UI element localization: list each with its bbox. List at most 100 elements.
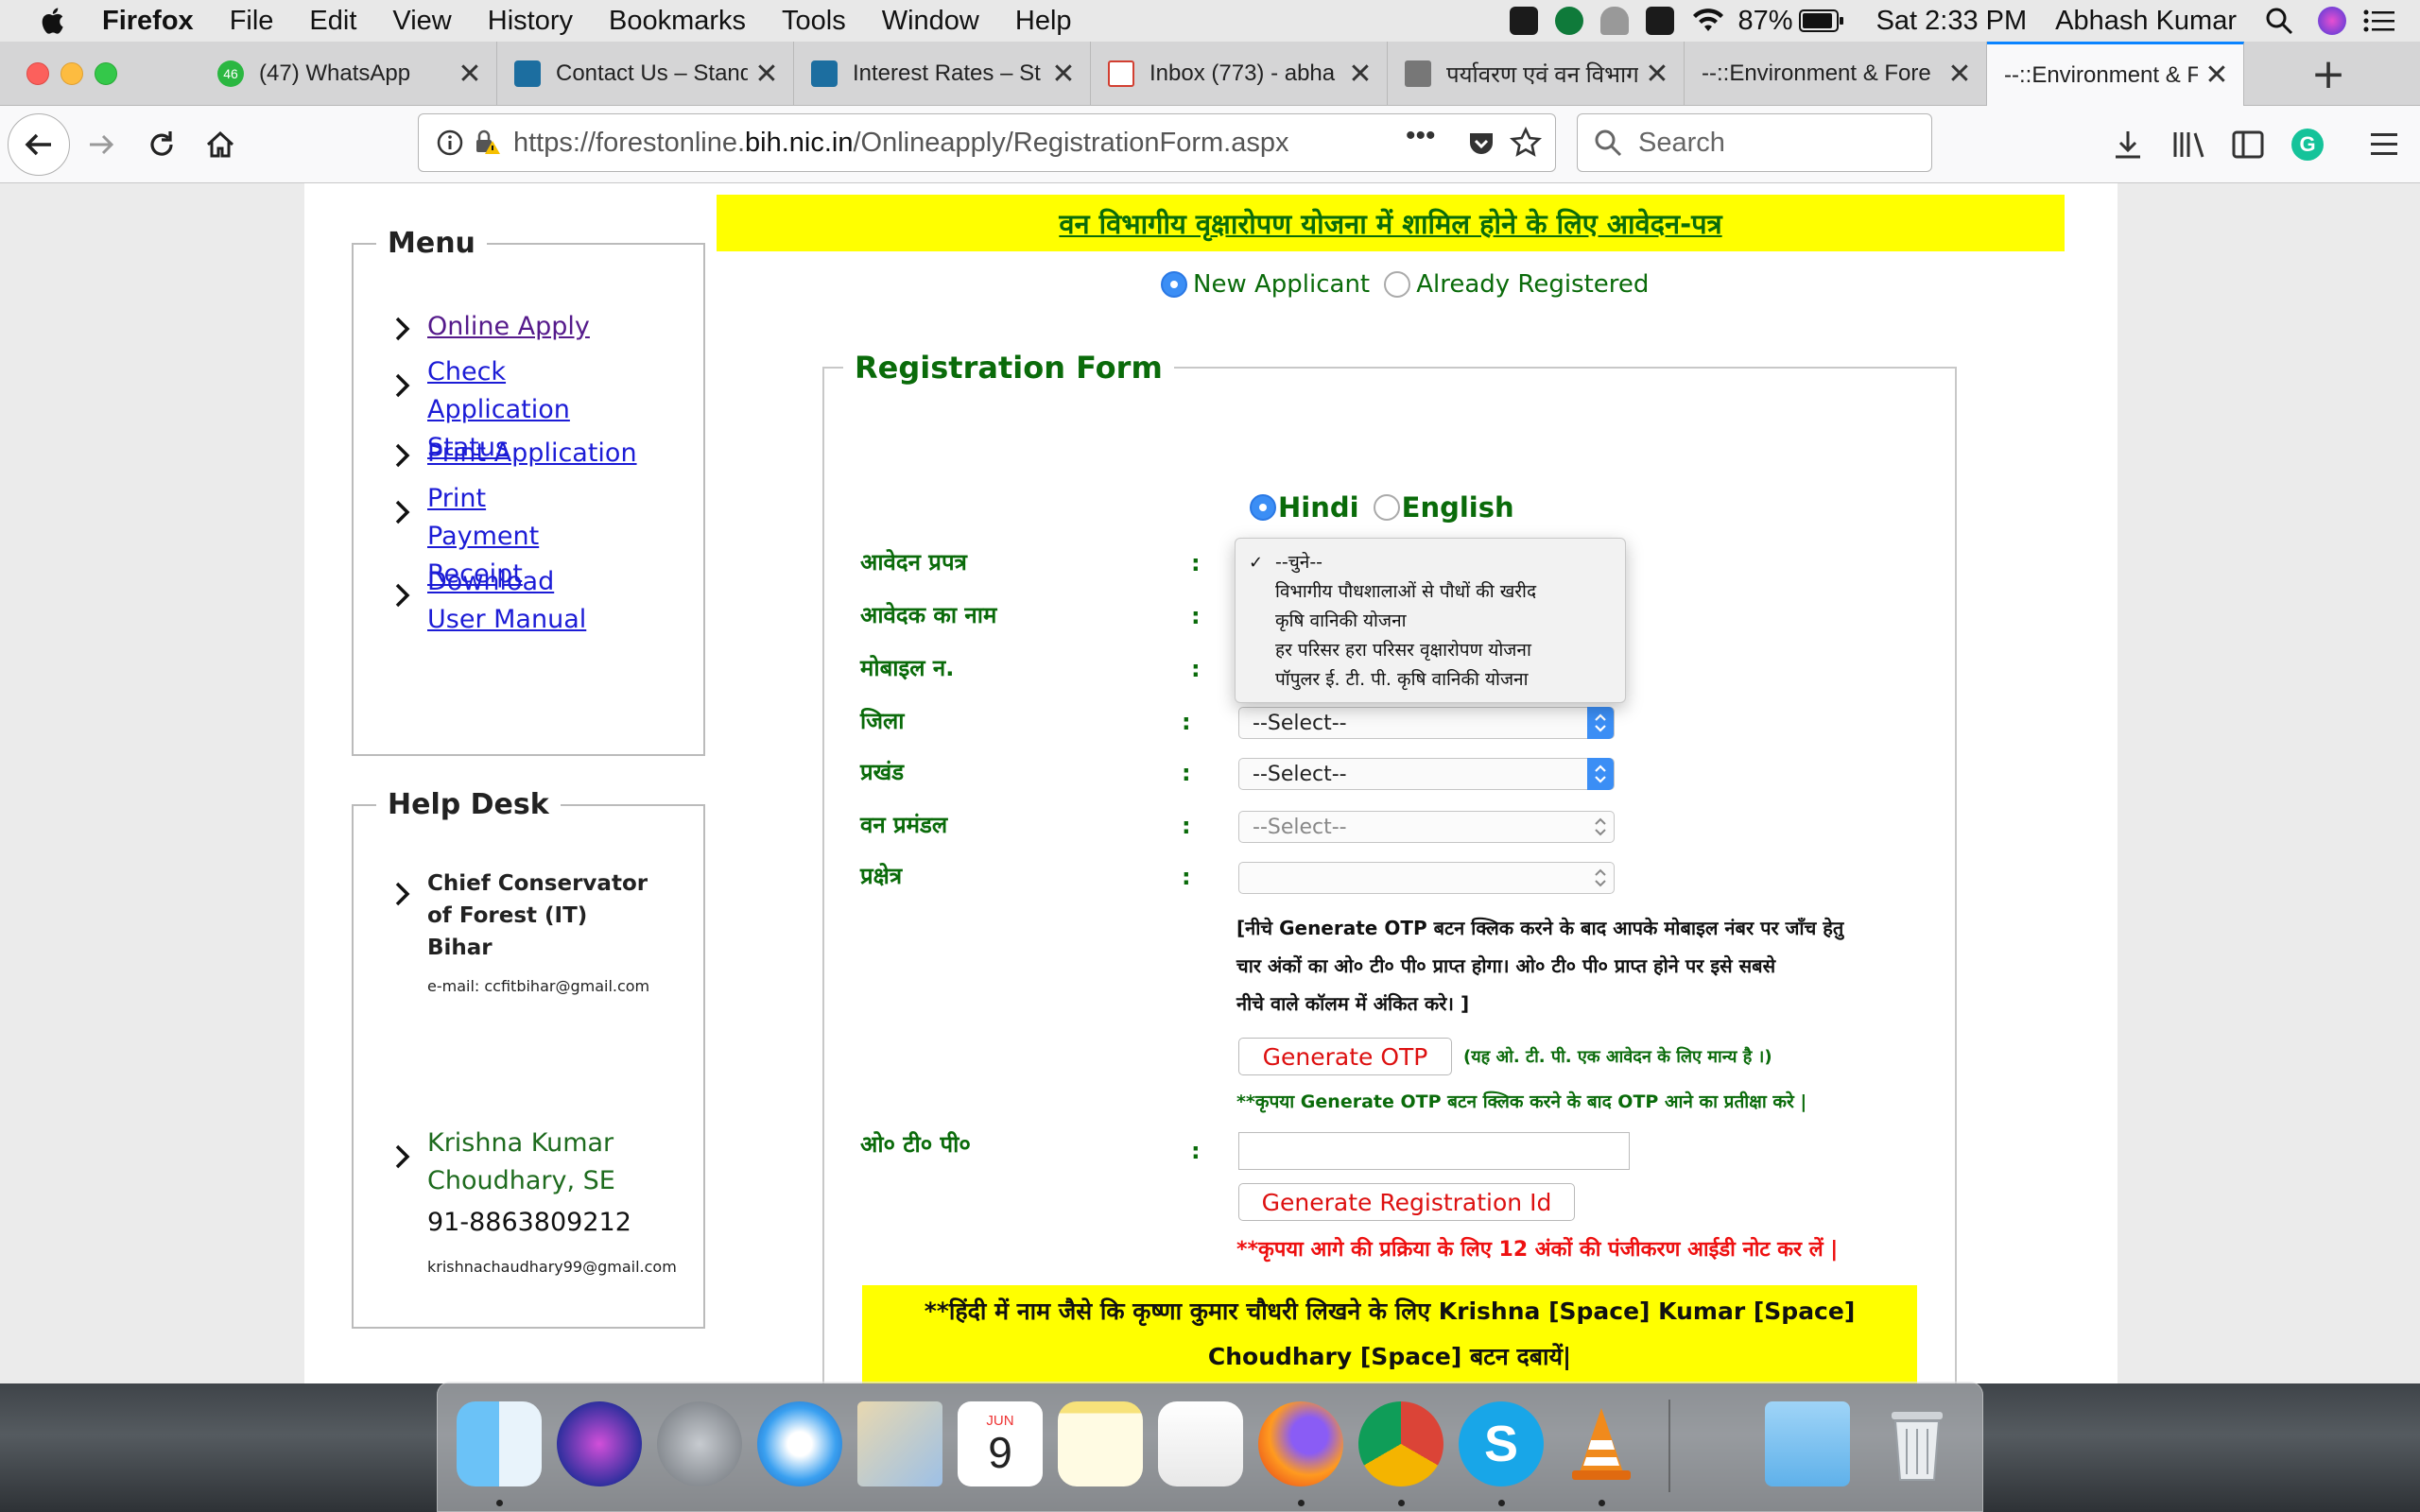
tab-environment-hindi[interactable]: पर्यावरण एवं वन विभाग ✕ xyxy=(1388,42,1685,106)
navigation-toolbar: https://forestonline.bih.nic.in/Onlineap… xyxy=(0,106,2420,183)
downloads-icon[interactable] xyxy=(2112,129,2144,161)
tab-close-icon[interactable]: ✕ xyxy=(748,58,786,91)
menu-item-online-apply[interactable]: Online Apply xyxy=(386,308,641,346)
menu-item-download-manual[interactable]: Download User Manual xyxy=(386,563,613,639)
insecure-lock-icon[interactable] xyxy=(472,128,502,158)
radio-english[interactable] xyxy=(1373,494,1400,521)
range-select[interactable] xyxy=(1238,862,1615,894)
forest-division-select[interactable]: --Select-- xyxy=(1238,811,1615,843)
mail-icon[interactable] xyxy=(857,1401,942,1486)
chevron-right-icon xyxy=(395,443,410,468)
url-text[interactable]: https://forestonline.bih.nic.in/Onlineap… xyxy=(513,128,1288,159)
tab-contact-us[interactable]: Contact Us – Stand ✕ xyxy=(497,42,794,106)
whatsapp-badge: 46 xyxy=(223,66,238,81)
window-minimize-button[interactable] xyxy=(60,62,83,85)
battery-icon[interactable] xyxy=(1798,9,1844,33)
chrome-icon[interactable] xyxy=(1358,1401,1443,1486)
menu-file[interactable]: File xyxy=(230,6,274,37)
url-bar[interactable]: https://forestonline.bih.nic.in/Onlineap… xyxy=(418,113,1556,172)
search-box[interactable]: Search xyxy=(1577,113,1932,172)
tab-environment-forest-active[interactable]: --::Environment & Fore ✕ xyxy=(1987,42,2244,106)
siri-icon[interactable] xyxy=(2318,7,2346,35)
home-button[interactable] xyxy=(199,123,242,166)
skype-icon[interactable]: S xyxy=(1459,1401,1544,1486)
back-button[interactable] xyxy=(8,113,70,176)
spotlight-search-icon[interactable] xyxy=(2265,7,2293,35)
vpn-status-icon[interactable] xyxy=(1599,7,1629,35)
generate-otp-button[interactable]: Generate OTP xyxy=(1238,1038,1452,1075)
downloads-folder-icon[interactable] xyxy=(1765,1401,1850,1486)
menu-help[interactable]: Help xyxy=(1015,6,1072,37)
reload-icon xyxy=(150,131,173,156)
window-close-button[interactable] xyxy=(26,62,49,85)
tab-close-icon[interactable]: ✕ xyxy=(1638,58,1676,91)
info-icon[interactable] xyxy=(436,129,464,157)
dropdown-option-select[interactable]: ✓ --चुने-- xyxy=(1236,548,1625,577)
wifi-icon[interactable] xyxy=(1691,7,1725,35)
dropdown-option-nursery-purchase[interactable]: विभागीय पौधशालाओं से पौधों की खरीद xyxy=(1236,577,1625,607)
library-icon[interactable] xyxy=(2172,129,2208,161)
safari-icon[interactable] xyxy=(757,1401,842,1486)
tab-whatsapp[interactable]: 46 (47) WhatsApp ✕ xyxy=(200,42,497,106)
page-actions-icon[interactable]: ••• xyxy=(1406,120,1436,152)
numbers-icon[interactable] xyxy=(1158,1401,1243,1486)
block-select[interactable]: --Select-- xyxy=(1238,758,1615,790)
dropdown-option-agroforestry[interactable]: कृषि वानिकी योजना xyxy=(1236,607,1625,636)
radio-hindi[interactable] xyxy=(1250,494,1276,521)
tab-close-icon[interactable]: ✕ xyxy=(2198,59,2236,92)
radio-new-applicant[interactable] xyxy=(1161,271,1187,298)
link-online-apply[interactable]: Online Apply xyxy=(427,308,590,346)
district-select[interactable]: --Select-- xyxy=(1238,707,1615,739)
grammarly-icon[interactable]: G xyxy=(2291,129,2324,161)
hamburger-menu-icon[interactable] xyxy=(2369,130,2399,159)
menu-window[interactable]: Window xyxy=(882,6,979,37)
sidebar-icon[interactable] xyxy=(2231,129,2265,160)
link-download-user-manual[interactable]: Download User Manual xyxy=(427,563,613,639)
forward-button[interactable] xyxy=(79,123,123,166)
notes-icon[interactable] xyxy=(1058,1401,1143,1486)
shield-status-icon[interactable] xyxy=(1645,7,1674,35)
window-zoom-button[interactable] xyxy=(95,62,117,85)
tab-interest-rates[interactable]: Interest Rates – St ✕ xyxy=(794,42,1091,106)
skype-status-icon[interactable] xyxy=(1509,7,1538,35)
chevron-right-icon xyxy=(395,317,410,341)
menu-item-print-application[interactable]: Print Application xyxy=(386,435,641,472)
tab-close-icon[interactable]: ✕ xyxy=(1341,58,1379,91)
menu-tools[interactable]: Tools xyxy=(782,6,846,37)
menu-edit[interactable]: Edit xyxy=(309,6,356,37)
trash-can-icon xyxy=(1892,1412,1943,1481)
reload-button[interactable] xyxy=(140,123,183,166)
tab-close-icon[interactable]: ✕ xyxy=(451,58,489,91)
tab-gmail-inbox[interactable]: Inbox (773) - abha ✕ xyxy=(1091,42,1388,106)
generate-registration-id-button[interactable]: Generate Registration Id xyxy=(1238,1183,1575,1221)
menu-history[interactable]: History xyxy=(488,6,573,37)
otp-input[interactable] xyxy=(1238,1132,1630,1170)
menu-app-name[interactable]: Firefox xyxy=(102,6,194,37)
firefox-dock-icon[interactable] xyxy=(1258,1401,1343,1486)
menu-view[interactable]: View xyxy=(392,6,451,37)
tab-environment-forest[interactable]: --::Environment & Fore ✕ xyxy=(1685,42,1987,106)
grammarly-status-icon[interactable] xyxy=(1554,7,1583,35)
dropdown-option-poplar-etp[interactable]: पॉपुलर ई. टी. पी. कृषि वानिकी योजना xyxy=(1236,665,1625,695)
calendar-icon[interactable]: JUN 9 xyxy=(958,1401,1043,1486)
link-print-application[interactable]: Print Application xyxy=(427,435,637,472)
new-tab-button[interactable]: + xyxy=(2295,42,2361,106)
tab-close-icon[interactable]: ✕ xyxy=(1941,58,1979,91)
vlc-icon[interactable] xyxy=(1559,1401,1644,1486)
notification-center-icon[interactable] xyxy=(2363,9,2395,33)
user-name[interactable]: Abhash Kumar xyxy=(2055,6,2237,37)
dropdown-option-green-campus[interactable]: हर परिसर हरा परिसर वृक्षारोपण योजना xyxy=(1236,636,1625,665)
clock[interactable]: Sat 2:33 PM xyxy=(1876,6,2028,37)
bookmark-star-icon[interactable] xyxy=(1510,127,1542,159)
menu-bookmarks[interactable]: Bookmarks xyxy=(609,6,746,37)
apple-icon[interactable] xyxy=(38,5,70,37)
tab-close-icon[interactable]: ✕ xyxy=(1045,58,1082,91)
radio-already-registered[interactable] xyxy=(1384,271,1411,298)
finder-icon[interactable] xyxy=(457,1401,542,1486)
launchpad-icon[interactable] xyxy=(657,1401,742,1486)
trash-icon[interactable] xyxy=(1875,1401,1960,1486)
form-banner-title: वन विभागीय वृक्षारोपण योजना में शामिल हो… xyxy=(1059,207,1722,240)
pocket-icon[interactable] xyxy=(1466,129,1496,159)
siri-dock-icon[interactable] xyxy=(557,1401,642,1486)
contact-1-name: Chief Conservator of Forest (IT) Bihar xyxy=(427,871,648,960)
